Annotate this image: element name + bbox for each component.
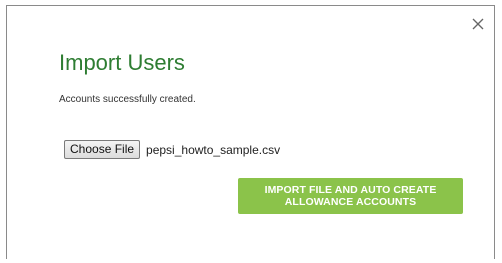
import-button-label-line2: ALLOWANCE ACCOUNTS: [284, 196, 417, 208]
close-button[interactable]: [470, 16, 486, 32]
status-message: Accounts successfully created.: [59, 94, 196, 105]
file-input: Choose File pepsi_howto_sample.csv: [64, 140, 280, 159]
dialog-title: Import Users: [59, 50, 185, 75]
screenshot-frame: Import Users Accounts successfully creat…: [0, 0, 502, 263]
choose-file-button[interactable]: Choose File: [64, 140, 141, 159]
close-icon: [472, 18, 484, 30]
import-and-create-button[interactable]: IMPORT FILE AND AUTO CREATE ALLOWANCE AC…: [238, 178, 463, 214]
selected-file-name: pepsi_howto_sample.csv: [146, 142, 281, 157]
import-users-dialog: Import Users Accounts successfully creat…: [6, 5, 495, 259]
import-button-label-line1: IMPORT FILE AND AUTO CREATE: [264, 184, 437, 196]
